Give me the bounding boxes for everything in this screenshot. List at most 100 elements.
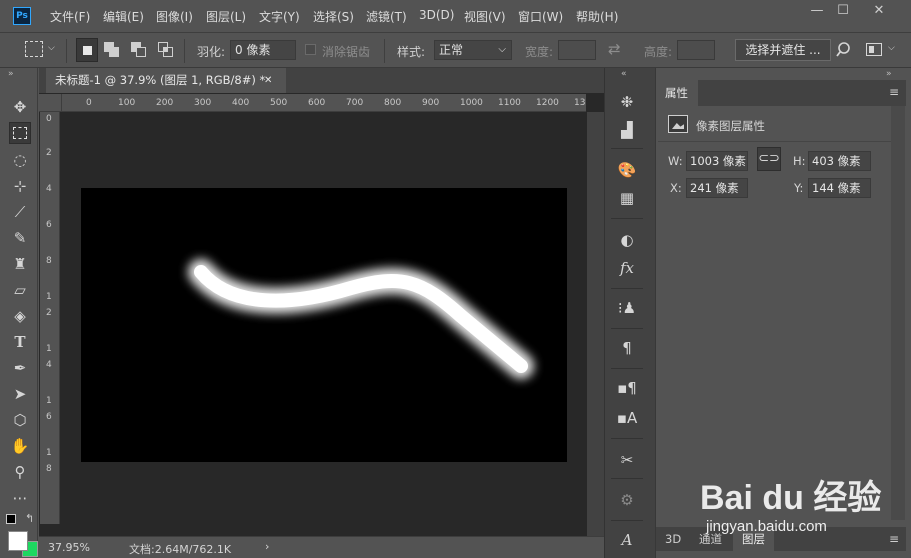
link-dimensions-icon[interactable]: ⊂⊃ <box>757 147 781 171</box>
ruler-tick: 4 <box>46 360 52 370</box>
character-styles-icon[interactable]: ▪A <box>615 406 639 430</box>
workspace-icon[interactable] <box>866 43 882 56</box>
swap-dimensions-icon[interactable]: ⇄ <box>608 40 621 58</box>
paragraph-styles-icon[interactable]: ▪¶ <box>615 376 639 400</box>
close-window-button[interactable]: ✕ <box>862 0 896 22</box>
eraser-tool-icon[interactable]: ▱ <box>9 279 31 301</box>
ruler-tick: 600 <box>308 98 326 108</box>
preset-dropdown-icon[interactable]: ⌵ <box>48 43 55 53</box>
style-select[interactable]: 正常 ⌵ <box>434 40 512 60</box>
tab-properties[interactable]: 属性 <box>656 80 698 106</box>
ruler-tick: 300 <box>194 98 212 108</box>
subtract-from-selection-icon[interactable] <box>131 42 147 58</box>
styles-fx-icon[interactable]: fx <box>615 256 639 280</box>
3d-materials-icon[interactable]: ⚙ <box>615 488 639 512</box>
ruler-tick: 6 <box>46 220 52 230</box>
collapse-icon[interactable]: » <box>8 69 14 79</box>
height-field[interactable]: 403 像素 <box>808 151 871 171</box>
x-field[interactable]: 241 像素 <box>686 178 748 198</box>
paragraph-icon[interactable]: ¶ <box>615 336 639 360</box>
menu-view[interactable]: 视图(V) <box>464 8 506 25</box>
move-tool-icon[interactable]: ✥ <box>9 96 31 118</box>
foreground-color-swatch[interactable] <box>8 531 28 551</box>
ruler-tick: 500 <box>270 98 288 108</box>
select-and-mask-button[interactable]: 选择并遮住 ... <box>735 39 831 61</box>
feather-label: 羽化: <box>197 45 226 59</box>
close-tab-icon[interactable]: ✕ <box>264 68 272 93</box>
eyedropper-tool-icon[interactable]: ⟋ <box>9 201 31 223</box>
menu-bar: Ps 文件(F) 编辑(E) 图像(I) 图层(L) 文字(Y) 选择(S) 滤… <box>0 0 911 32</box>
width-input[interactable] <box>558 40 596 60</box>
document-canvas[interactable] <box>81 188 567 462</box>
tool-presets-icon[interactable]: ✂ <box>615 448 639 472</box>
marquee-tool-icon[interactable] <box>9 122 31 144</box>
navigator-icon[interactable]: ❉ <box>615 90 639 114</box>
menu-select[interactable]: 选择(S) <box>313 8 354 25</box>
paint-bucket-tool-icon[interactable]: ◈ <box>9 305 31 327</box>
quick-selection-tool-icon[interactable]: ⊹ <box>9 175 31 197</box>
document-tab[interactable]: 未标题-1 @ 37.9% (图层 1, RGB/8#) * ✕ <box>46 68 286 93</box>
antialias-checkbox[interactable] <box>305 44 316 55</box>
document-size: 文档:2.64M/762.1K <box>129 543 232 556</box>
swap-colors-icon[interactable]: ↰ <box>25 512 34 525</box>
new-selection-button[interactable] <box>76 38 98 62</box>
style-label: 样式: <box>397 45 426 59</box>
chevron-down-icon: ⌵ <box>498 44 506 55</box>
height-input[interactable] <box>677 40 715 60</box>
menu-filter[interactable]: 滤镜(T) <box>366 8 407 25</box>
watermark-url: jingyan.baidu.com <box>706 518 827 535</box>
brush-tool-icon[interactable]: ✎ <box>9 227 31 249</box>
clone-source-icon[interactable]: ⁝♟ <box>615 296 639 320</box>
maximize-button[interactable]: ☐ <box>826 0 860 22</box>
tab-properties-label: 属性 <box>665 86 688 100</box>
lasso-tool-icon[interactable]: ◌ <box>9 149 31 171</box>
path-selection-tool-icon[interactable]: ➤ <box>9 383 31 405</box>
ruler-tick: 1 <box>46 396 52 406</box>
menu-help[interactable]: 帮助(H) <box>576 8 618 25</box>
pen-tool-icon[interactable]: ✒ <box>9 357 31 379</box>
histogram-icon[interactable]: ▟ <box>615 118 639 142</box>
type-tool-icon[interactable]: T <box>9 331 31 353</box>
grid-swatches-icon[interactable]: ▦ <box>615 186 639 210</box>
panel-menu-icon[interactable]: ≡ <box>889 85 899 99</box>
intersect-selection-icon[interactable] <box>158 42 174 58</box>
menu-image[interactable]: 图像(I) <box>156 8 193 25</box>
swatches-palette-icon[interactable]: 🎨 <box>615 158 639 182</box>
width-field[interactable]: 1003 像素 <box>686 151 748 171</box>
properties-scrollbar[interactable] <box>891 106 905 520</box>
y-field[interactable]: 144 像素 <box>808 178 871 198</box>
menu-layer[interactable]: 图层(L) <box>206 8 246 25</box>
workspace-dropdown-icon[interactable]: ⌵ <box>888 43 895 53</box>
glyphs-icon[interactable]: A <box>615 528 639 552</box>
feather-input[interactable]: 0 像素 <box>230 40 296 60</box>
menu-type[interactable]: 文字(Y) <box>259 8 300 25</box>
panel-divider[interactable] <box>648 68 655 558</box>
options-bar: ⌵ 羽化: 0 像素 消除锯齿 样式: 正常 ⌵ 宽度: ⇄ 高度: 选择并遮住 … <box>0 32 911 68</box>
marquee-tool-preset-icon[interactable] <box>25 41 43 57</box>
height-label: 高度: <box>644 45 673 59</box>
zoom-level[interactable]: 37.95% <box>48 541 90 554</box>
ruler-tick: 1000 <box>460 98 483 108</box>
search-icon[interactable] <box>836 41 854 59</box>
tab-3d[interactable]: 3D <box>656 527 690 551</box>
zoom-tool-icon[interactable]: ⚲ <box>9 461 31 483</box>
default-colors-icon[interactable] <box>6 514 16 524</box>
menu-edit[interactable]: 编辑(E) <box>103 8 144 25</box>
menu-window[interactable]: 窗口(W) <box>518 8 563 25</box>
more-tools-icon[interactable]: ⋯ <box>9 487 31 509</box>
hand-tool-icon[interactable]: ✋ <box>9 435 31 457</box>
stamp-tool-icon[interactable]: ♜ <box>9 253 31 275</box>
vertical-ruler: 0 2 4 6 8 1 2 1 4 1 6 1 8 <box>40 112 60 524</box>
collapse-panel-icon[interactable]: » <box>886 69 892 79</box>
expand-panels-icon[interactable]: « <box>621 69 627 79</box>
status-menu-arrow[interactable]: › <box>265 540 269 553</box>
glowing-brush-stroke <box>188 259 534 379</box>
horizontal-ruler: 0 100 200 300 400 500 600 700 800 900 10… <box>62 94 586 112</box>
adjustments-icon[interactable]: ◐ <box>615 228 639 252</box>
shape-tool-icon[interactable]: ⬡ <box>9 409 31 431</box>
vertical-scrollbar[interactable] <box>587 112 604 536</box>
menu-file[interactable]: 文件(F) <box>50 8 90 25</box>
add-to-selection-icon[interactable] <box>104 42 120 58</box>
ruler-tick: 0 <box>86 98 92 108</box>
menu-3d[interactable]: 3D(D) <box>419 8 454 22</box>
